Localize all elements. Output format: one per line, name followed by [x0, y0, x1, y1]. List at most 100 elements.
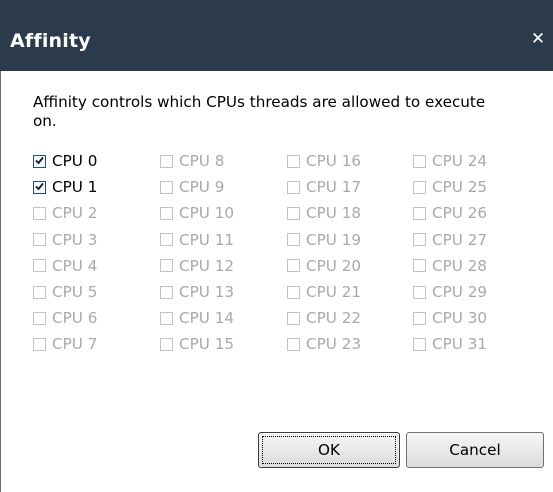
cpu-checkbox-4: CPU 4 [33, 255, 97, 277]
cpu-checkbox-31: CPU 31 [413, 333, 487, 355]
cpu-checkbox-25: CPU 25 [413, 176, 487, 198]
checkbox-checked-icon[interactable] [33, 180, 46, 194]
checkbox-empty-icon [33, 311, 46, 325]
cpu-checkbox-16: CPU 16 [287, 150, 361, 172]
cpu-label: CPU 10 [179, 204, 235, 223]
cpu-label: CPU 5 [52, 283, 98, 301]
cpu-checkbox-17: CPU 17 [287, 176, 361, 198]
cpu-label: CPU 8 [179, 152, 225, 170]
cpu-checkbox-20: CPU 20 [287, 255, 361, 277]
cpu-checkbox-11: CPU 11 [160, 229, 234, 251]
checkbox-empty-icon [160, 259, 173, 273]
cpu-checkbox-24: CPU 24 [413, 150, 487, 172]
cpu-checkbox-26: CPU 26 [413, 202, 487, 224]
checkbox-empty-icon [287, 311, 300, 325]
checkbox-empty-icon [413, 206, 426, 220]
checkbox-empty-icon [413, 337, 426, 351]
cpu-checkbox-13: CPU 13 [160, 281, 234, 303]
cpu-checkbox-27: CPU 27 [413, 229, 487, 251]
checkbox-empty-icon [33, 337, 46, 351]
cpu-label: CPU 0 [52, 152, 98, 170]
cpu-label: CPU 19 [306, 230, 362, 249]
checkbox-empty-icon [413, 233, 426, 247]
description-text: Affinity controls which CPUs threads are… [33, 93, 486, 130]
cpu-label: CPU 31 [432, 335, 488, 354]
cpu-checkbox-30: CPU 30 [413, 307, 487, 329]
cpu-label: CPU 25 [432, 178, 488, 197]
title-bar[interactable]: Affinity ✕ [0, 0, 553, 71]
cpu-label: CPU 24 [432, 152, 488, 170]
checkbox-empty-icon [33, 206, 46, 220]
cpu-checkbox-3: CPU 3 [33, 229, 97, 251]
cpu-checkbox-9: CPU 9 [160, 176, 224, 198]
cpu-label: CPU 18 [306, 204, 362, 223]
cpu-checkbox-8: CPU 8 [160, 150, 224, 172]
checkbox-empty-icon [287, 180, 300, 194]
checkbox-empty-icon [160, 180, 173, 194]
checkbox-empty-icon [33, 233, 46, 247]
checkbox-empty-icon [160, 311, 173, 325]
cpu-label: CPU 30 [432, 309, 488, 328]
checkbox-empty-icon [160, 285, 173, 299]
cpu-checkbox-12: CPU 12 [160, 255, 234, 277]
checkbox-empty-icon [413, 285, 426, 299]
cpu-label: CPU 27 [432, 230, 488, 249]
cpu-checkbox-2: CPU 2 [33, 202, 97, 224]
cpu-label: CPU 28 [432, 256, 488, 275]
checkbox-empty-icon [413, 311, 426, 325]
checkbox-empty-icon [287, 154, 300, 168]
cpu-checkbox-22: CPU 22 [287, 307, 361, 329]
checkbox-empty-icon [287, 259, 300, 273]
cpu-label: CPU 12 [179, 256, 235, 275]
dialog-title: Affinity [10, 30, 91, 52]
cpu-label: CPU 26 [432, 204, 488, 223]
cpu-checkbox-19: CPU 19 [287, 229, 361, 251]
checkbox-empty-icon [413, 154, 426, 168]
cpu-checkbox-7: CPU 7 [33, 333, 97, 355]
cpu-label: CPU 13 [179, 283, 235, 301]
checkbox-empty-icon [33, 285, 46, 299]
cpu-label: CPU 20 [306, 256, 362, 275]
cpu-checkbox-6: CPU 6 [33, 307, 97, 329]
cpu-label: CPU 1 [52, 178, 98, 197]
cancel-button[interactable]: Cancel [406, 432, 544, 468]
checkbox-empty-icon [287, 206, 300, 220]
cpu-label: CPU 17 [306, 178, 362, 197]
cpu-checkbox-15: CPU 15 [160, 333, 234, 355]
cpu-label: CPU 22 [306, 309, 362, 328]
affinity-dialog: Affinity ✕ Affinity controls which CPUs … [0, 0, 553, 492]
cpu-checkbox-10: CPU 10 [160, 202, 234, 224]
close-icon[interactable]: ✕ [526, 27, 550, 51]
cpu-label: CPU 29 [432, 283, 488, 301]
checkbox-checked-icon[interactable] [33, 154, 46, 168]
cpu-label: CPU 16 [306, 152, 362, 170]
checkbox-empty-icon [160, 206, 173, 220]
cpu-label: CPU 23 [306, 335, 362, 354]
checkbox-empty-icon [287, 233, 300, 247]
cpu-checkbox-5: CPU 5 [33, 281, 97, 303]
cpu-label: CPU 15 [179, 335, 235, 354]
cpu-checkbox-0[interactable]: CPU 0 [33, 150, 97, 172]
cpu-label: CPU 2 [52, 204, 98, 223]
checkbox-empty-icon [413, 259, 426, 273]
cpu-label: CPU 9 [179, 178, 225, 197]
checkbox-empty-icon [160, 154, 173, 168]
cpu-label: CPU 3 [52, 230, 98, 249]
cancel-button-label: Cancel [449, 441, 501, 459]
cpu-label: CPU 11 [179, 230, 235, 249]
cpu-label: CPU 14 [179, 309, 235, 328]
checkbox-empty-icon [33, 259, 46, 273]
checkbox-empty-icon [287, 285, 300, 299]
checkbox-empty-icon [160, 233, 173, 247]
ok-button[interactable]: OK [258, 432, 400, 468]
cpu-checkbox-23: CPU 23 [287, 333, 361, 355]
ok-button-label: OK [318, 441, 340, 459]
cpu-checkbox-29: CPU 29 [413, 281, 487, 303]
cpu-label: CPU 4 [52, 256, 98, 275]
cpu-label: CPU 21 [306, 283, 362, 301]
checkbox-empty-icon [287, 337, 300, 351]
cpu-label: CPU 6 [52, 309, 98, 328]
cpu-checkbox-1[interactable]: CPU 1 [33, 176, 97, 198]
cpu-label: CPU 7 [52, 335, 98, 354]
cpu-checkbox-21: CPU 21 [287, 281, 361, 303]
